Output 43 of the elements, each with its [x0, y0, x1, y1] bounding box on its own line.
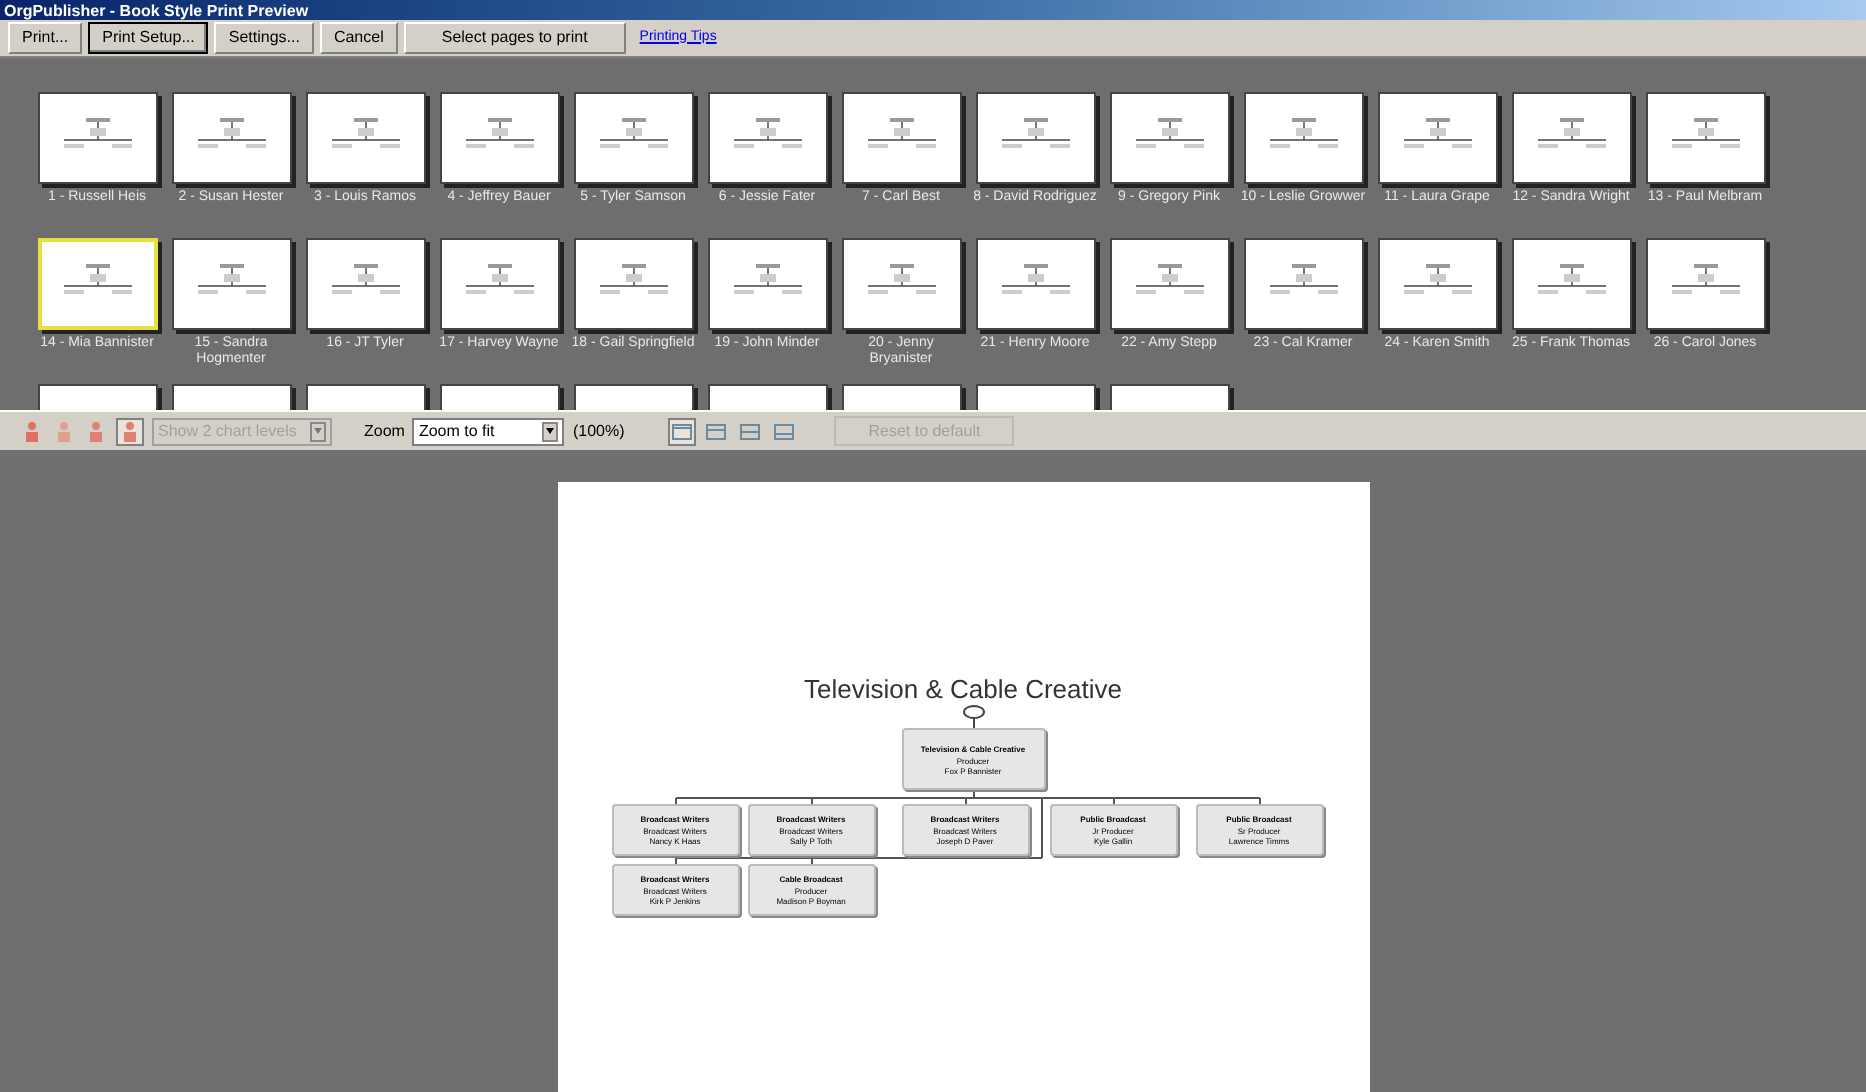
page-thumbnail[interactable]: [573, 238, 693, 330]
layout-icon: [672, 423, 693, 439]
zoom-percent: (100%): [572, 419, 625, 443]
page-thumbnail[interactable]: [171, 238, 291, 330]
zoom-label: Zoom: [364, 419, 405, 443]
page-thumbnail[interactable]: [841, 92, 961, 184]
toolbar-button[interactable]: Select pages to print: [403, 22, 626, 54]
window-title: OrgPublisher - Book Style Print Preview: [4, 1, 309, 19]
page-thumbnail[interactable]: [305, 92, 425, 184]
page-thumbnail[interactable]: [1377, 238, 1497, 330]
caret-icon: [542, 421, 559, 441]
page-thumbnail[interactable]: [1109, 92, 1229, 184]
page-thumbnail[interactable]: [439, 92, 559, 184]
page-thumbnail[interactable]: [1243, 238, 1363, 330]
page-thumbnail[interactable]: [439, 238, 559, 330]
page-thumbnail[interactable]: [1645, 238, 1765, 330]
root-node-icon: [961, 704, 985, 728]
chart-title: Television & Cable Creative: [802, 672, 1124, 708]
layout-button[interactable]: [668, 417, 697, 445]
page-thumbnail[interactable]: [1243, 92, 1363, 184]
toolbar-button[interactable]: Print...: [8, 22, 83, 54]
layout-icon: [740, 423, 761, 439]
page-thumbnail[interactable]: [573, 92, 693, 184]
page-thumbnail[interactable]: [1377, 92, 1497, 184]
page-thumbnail[interactable]: [707, 92, 827, 184]
page-thumbnail[interactable]: [171, 92, 291, 184]
page-thumbnail[interactable]: [1109, 238, 1229, 330]
caret-icon: [310, 421, 326, 441]
page-thumbnail[interactable]: [305, 238, 425, 330]
page-thumbnail[interactable]: [975, 92, 1095, 184]
page-thumbnail[interactable]: [37, 92, 157, 184]
toolbar-button[interactable]: Cancel: [319, 22, 398, 54]
page-thumbnail[interactable]: [975, 238, 1095, 330]
toolbar-button[interactable]: Print Setup...: [88, 22, 209, 54]
page-thumbnail[interactable]: [707, 238, 827, 330]
page-thumbnail[interactable]: [841, 238, 961, 330]
page-thumbnail[interactable]: [1511, 92, 1631, 184]
toolbar-button[interactable]: Settings...: [214, 22, 314, 54]
page-thumbnail[interactable]: [1645, 92, 1765, 184]
zoom-dropdown[interactable]: Zoom to fit: [412, 417, 565, 445]
layout-icon: [774, 423, 795, 439]
layout-icon: [706, 423, 727, 439]
page-thumbnail[interactable]: [1511, 238, 1631, 330]
